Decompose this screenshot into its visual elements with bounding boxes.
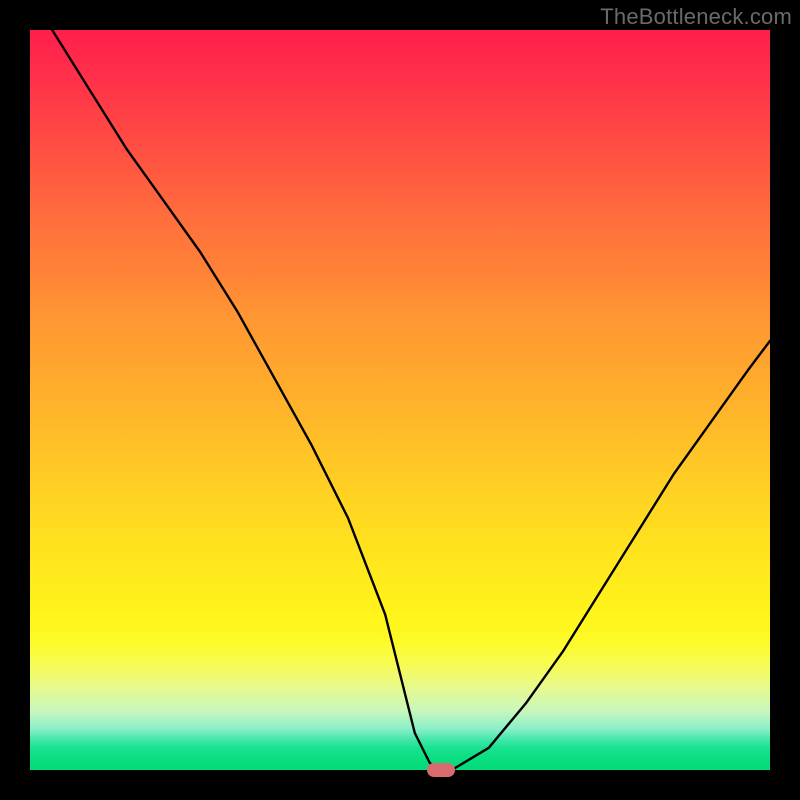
bottleneck-curve	[30, 30, 770, 770]
minimum-marker	[427, 763, 455, 777]
curve-path	[52, 30, 770, 770]
watermark-text: TheBottleneck.com	[600, 4, 792, 30]
chart-frame: TheBottleneck.com	[0, 0, 800, 800]
